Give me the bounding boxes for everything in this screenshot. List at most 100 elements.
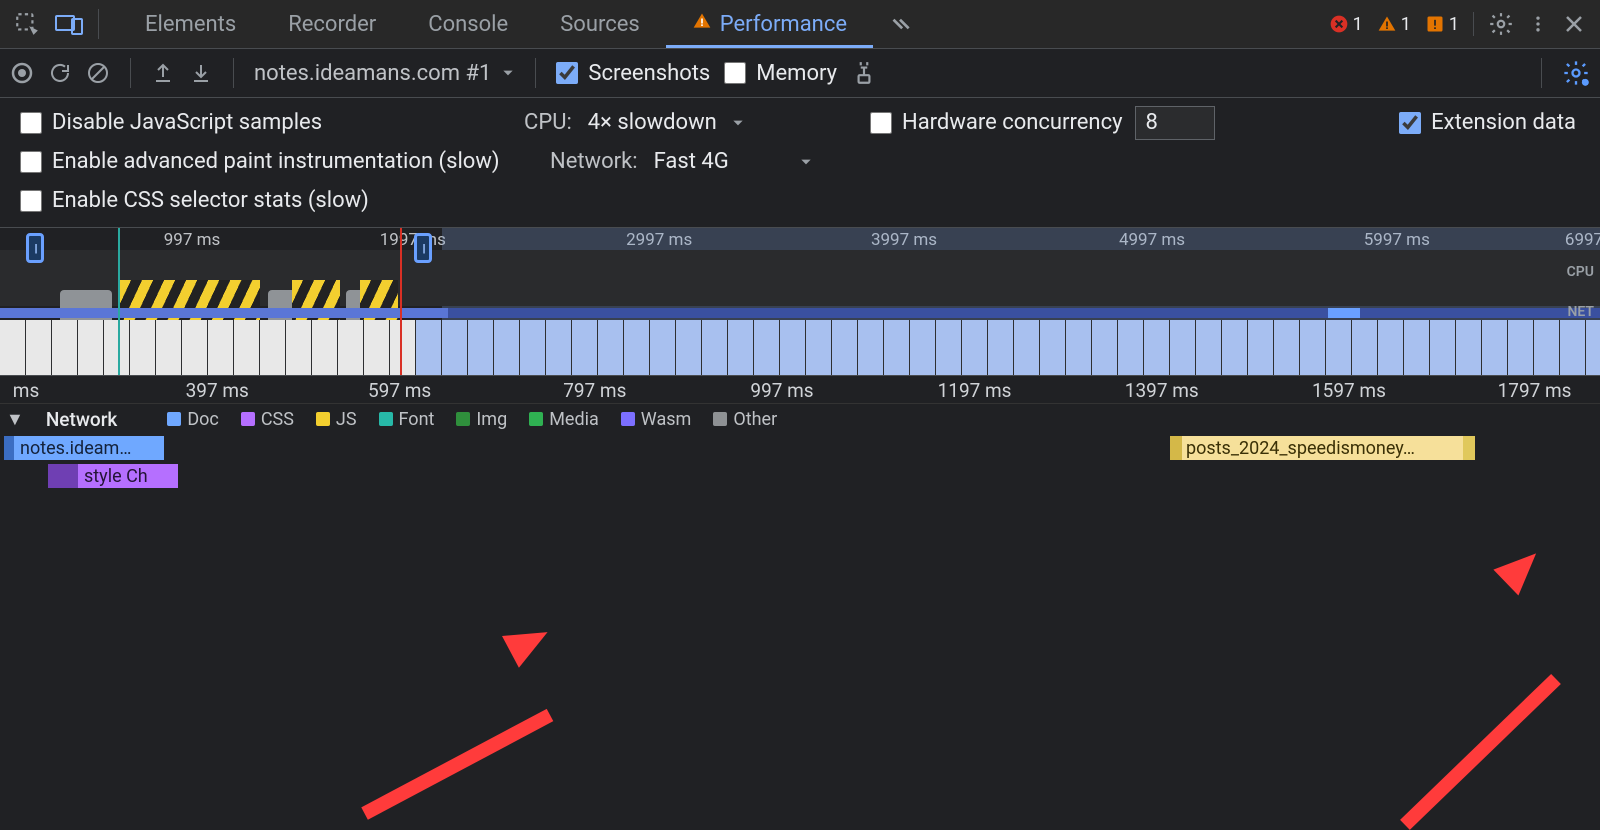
filmstrip-frame — [1196, 320, 1222, 375]
cb-input[interactable] — [20, 112, 42, 134]
tab-sources[interactable]: Sources — [534, 0, 666, 48]
clear-icon[interactable] — [86, 61, 110, 85]
timeline-overview[interactable]: 997 ms1997 ms2997 ms3997 ms4997 ms5997 m… — [0, 228, 1600, 376]
ruler-tick: 997 ms — [164, 230, 221, 250]
tab-console[interactable]: Console — [402, 0, 534, 48]
filmstrip-frame — [1456, 320, 1482, 375]
filmstrip-frame — [78, 320, 104, 375]
paint-instrumentation-checkbox[interactable]: Enable advanced paint instrumentation (s… — [20, 149, 500, 174]
cpu-lane-label: CPU — [1567, 264, 1594, 280]
filmstrip-frame — [494, 320, 520, 375]
css-selector-stats-checkbox[interactable]: Enable CSS selector stats (slow) — [20, 188, 369, 213]
screenshots-cb-input[interactable] — [556, 62, 578, 84]
legend-item-js: JS — [316, 409, 357, 430]
tab-label: Recorder — [288, 12, 376, 37]
tab-label: Elements — [145, 12, 236, 37]
network-entry-doc[interactable]: notes.ideam… — [14, 436, 164, 460]
dropdown-value: 4× slowdown — [588, 110, 717, 135]
disable-js-samples-checkbox[interactable]: Disable JavaScript samples — [20, 110, 322, 135]
network-track-rows[interactable]: notes.ideam… style Ch posts_2024_speedis… — [0, 434, 1600, 494]
legend-swatch — [713, 412, 727, 426]
screenshots-checkbox[interactable]: Screenshots — [556, 61, 710, 86]
filmstrip-frame — [234, 320, 260, 375]
legend-label: Media — [549, 409, 599, 430]
network-entry-js[interactable]: posts_2024_speedismoney… — [1180, 436, 1464, 460]
upload-icon[interactable] — [151, 61, 175, 85]
selection-handle-left[interactable] — [26, 233, 44, 263]
close-icon[interactable] — [1562, 12, 1586, 36]
filmstrip-frame — [312, 320, 338, 375]
legend-swatch — [379, 412, 393, 426]
hardware-concurrency-input[interactable] — [1135, 106, 1215, 140]
filmstrip-frame — [1560, 320, 1586, 375]
legend-swatch — [529, 412, 543, 426]
cb-input[interactable] — [20, 151, 42, 173]
filmstrip-frame — [1430, 320, 1456, 375]
cb-input[interactable] — [870, 112, 892, 134]
cb-input[interactable] — [20, 190, 42, 212]
track-title: Network — [46, 408, 118, 431]
filmstrip-frame — [130, 320, 156, 375]
filmstrip-frame — [182, 320, 208, 375]
filmstrip-frame — [52, 320, 78, 375]
ruler-tick: ms — [13, 379, 39, 402]
garbage-collect-icon[interactable] — [851, 60, 877, 86]
net-activity — [1328, 308, 1360, 318]
network-throttle-dropdown[interactable]: Fast 4G — [654, 149, 813, 174]
memory-cb-input[interactable] — [724, 62, 746, 84]
record-icon[interactable] — [10, 61, 34, 85]
legend-swatch — [316, 412, 330, 426]
tab-performance[interactable]: Performance — [666, 0, 873, 48]
capture-settings-gear-icon[interactable] — [1562, 59, 1590, 87]
ruler-tick: 1797 ms — [1498, 379, 1572, 402]
error-badge[interactable]: 1 — [1329, 14, 1363, 35]
ruler-tick: 597 ms — [368, 379, 431, 402]
filmstrip-frame — [1534, 320, 1560, 375]
tab-recorder[interactable]: Recorder — [262, 0, 402, 48]
net-activity — [0, 308, 448, 318]
cpu-throttle-dropdown[interactable]: 4× slowdown — [588, 110, 745, 135]
memory-checkbox[interactable]: Memory — [724, 61, 837, 86]
ruler-tick: 997 ms — [750, 379, 813, 402]
hardware-concurrency-checkbox[interactable]: Hardware concurrency — [870, 110, 1123, 135]
badge-count: 1 — [1353, 14, 1363, 35]
disclosure-triangle-icon[interactable]: ▼ — [6, 409, 24, 430]
chevron-down-icon — [799, 155, 813, 169]
device-toolbar-icon[interactable] — [48, 0, 90, 49]
tab-label: Sources — [560, 12, 640, 37]
inspect-element-icon[interactable] — [6, 0, 48, 49]
filmstrip-frame — [1378, 320, 1404, 375]
network-track-header[interactable]: ▼ Network DocCSSJSFontImgMediaWasmOther — [0, 404, 1600, 434]
recording-label: notes.ideamans.com #1 — [254, 61, 491, 86]
network-entry-css[interactable]: style Ch — [78, 464, 178, 488]
entry-label: style Ch — [84, 466, 148, 487]
recording-selector[interactable]: notes.ideamans.com #1 — [254, 61, 515, 86]
detail-ruler[interactable]: ms397 ms597 ms797 ms997 ms1197 ms1397 ms… — [0, 376, 1600, 404]
capture-settings-panel: Disable JavaScript samples CPU: 4× slowd… — [0, 98, 1600, 228]
legend-label: Img — [476, 409, 507, 430]
kebab-menu-icon[interactable] — [1528, 11, 1548, 37]
status-and-controls: 1 1 1 — [1329, 11, 1594, 37]
ruler-tick: 1197 ms — [938, 379, 1012, 402]
filmstrip-frame — [650, 320, 676, 375]
warning-badge[interactable]: 1 — [1377, 14, 1411, 35]
download-icon[interactable] — [189, 61, 213, 85]
cb-input[interactable] — [1399, 112, 1421, 134]
divider — [98, 9, 99, 39]
selection-handle-right[interactable] — [414, 233, 432, 263]
extension-data-checkbox[interactable]: Extension data — [1399, 110, 1576, 135]
checkbox-label: Enable advanced paint instrumentation (s… — [52, 149, 500, 174]
filmstrip-frame — [156, 320, 182, 375]
divider — [535, 58, 536, 88]
issue-badge[interactable]: 1 — [1425, 14, 1459, 35]
gear-icon[interactable] — [1488, 11, 1514, 37]
chevron-down-icon — [501, 66, 515, 80]
more-tabs-icon[interactable] — [873, 11, 927, 37]
reload-icon[interactable] — [48, 61, 72, 85]
filmstrip-frame — [260, 320, 286, 375]
legend-item-media: Media — [529, 409, 599, 430]
legend-swatch — [167, 412, 181, 426]
tab-elements[interactable]: Elements — [119, 0, 262, 48]
filmstrip-frame — [1352, 320, 1378, 375]
panel-tabs: Elements Recorder Console Sources Perfor… — [119, 0, 927, 48]
